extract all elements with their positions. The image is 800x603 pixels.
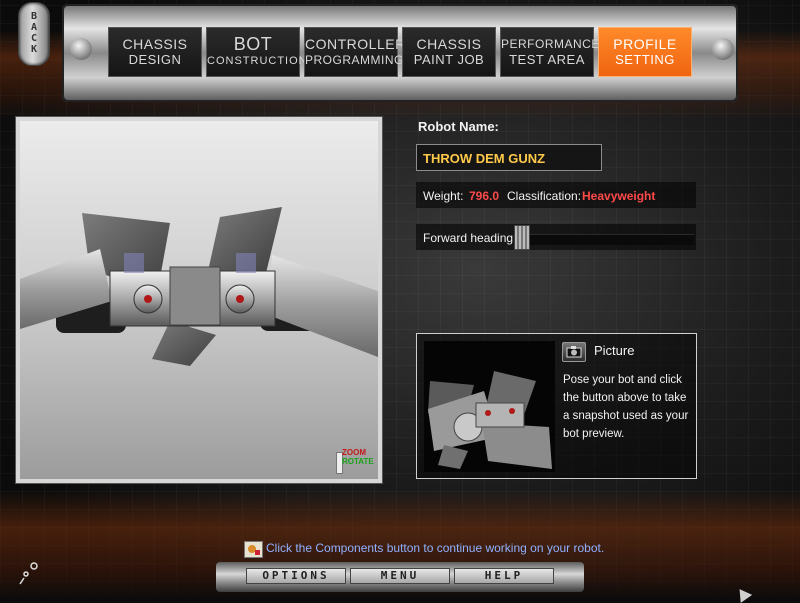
help-button[interactable]: HELP [454, 568, 554, 584]
tab-label-line2: DESIGN [128, 52, 182, 67]
tab-label-line2: PAINT JOB [413, 52, 485, 67]
tab-bot-construction[interactable]: BOT CONSTRUCTION [206, 27, 308, 77]
robot-render [20, 207, 378, 366]
tab-label-line1: CHASSIS [122, 36, 188, 52]
robot-arm [268, 255, 378, 357]
nav-bolt-left [70, 38, 92, 60]
robot-3d-viewport[interactable] [16, 117, 382, 483]
tab-profile-setting[interactable]: PROFILE SETTING [598, 27, 692, 77]
forward-heading-slider-knob[interactable] [514, 225, 530, 250]
tab-label-line2: CONSTRUCTION [207, 55, 308, 67]
zoom-rotate-control[interactable]: ZOOM ROTATE [336, 448, 386, 474]
nav-bolt-right [712, 38, 734, 60]
back-button[interactable]: B A C K [18, 2, 50, 66]
forward-heading-label: Forward heading: [423, 231, 517, 245]
classification-label: Classification: [507, 189, 582, 203]
robot-core [169, 266, 221, 326]
tab-label-line1: BOT [233, 34, 273, 54]
forward-heading-track[interactable] [514, 234, 694, 245]
robot-panel [152, 321, 216, 366]
classification-value: Heavyweight [582, 189, 656, 203]
options-button[interactable]: OPTIONS [246, 568, 346, 584]
tab-controller-programming[interactable]: CONTROLLER PROGRAMMING [304, 27, 406, 77]
status-hint-text: Click the Components button to continue … [266, 541, 605, 555]
tab-performance-test-area[interactable]: PERFORMANCE TEST AREA [500, 27, 600, 77]
robot-snapshot-thumbnail [424, 341, 555, 472]
robot-light [144, 295, 152, 303]
tab-label-line2: TEST AREA [509, 52, 585, 67]
snapshot-body [475, 402, 525, 428]
hint-glyph [248, 545, 260, 555]
hint-icon [244, 541, 263, 558]
tab-label-line1: CHASSIS [416, 36, 482, 52]
tab-label-line1: CONTROLLER [305, 36, 406, 52]
tab-chassis-design[interactable]: CHASSIS DESIGN [108, 27, 202, 77]
back-button-label: B A C K [30, 11, 38, 55]
camera-icon[interactable] [562, 342, 586, 362]
picture-instructions: Pose your bot and click the button above… [563, 374, 689, 440]
snapshot-render [424, 341, 555, 472]
snapshot-light [485, 410, 491, 416]
robot-name-label: Robot Name: [418, 119, 499, 134]
robot-part [124, 253, 144, 273]
rotate-label: ROTATE [342, 457, 374, 466]
tab-label-line2: SETTING [615, 52, 675, 67]
camera-glyph [566, 346, 582, 358]
robot-part [236, 253, 256, 273]
tab-label-line2: PROGRAMMING [305, 53, 404, 67]
loading-icon [16, 560, 42, 586]
weight-value: 796.0 [469, 189, 500, 203]
picture-title: Picture [594, 343, 635, 358]
weight-label: Weight: [423, 189, 464, 203]
robot-name-field[interactable]: THROW DEM GUNZ [416, 144, 602, 171]
robot-light [236, 295, 244, 303]
snapshot-light [509, 408, 515, 414]
menu-button[interactable]: MENU [350, 568, 450, 584]
tab-chassis-paint-job[interactable]: CHASSIS PAINT JOB [402, 27, 496, 77]
zoom-label: ZOOM [342, 448, 366, 457]
tab-label-line1: PROFILE [613, 36, 677, 52]
tab-label-line1: PERFORMANCE [501, 37, 600, 51]
loading-glyph [19, 562, 38, 585]
